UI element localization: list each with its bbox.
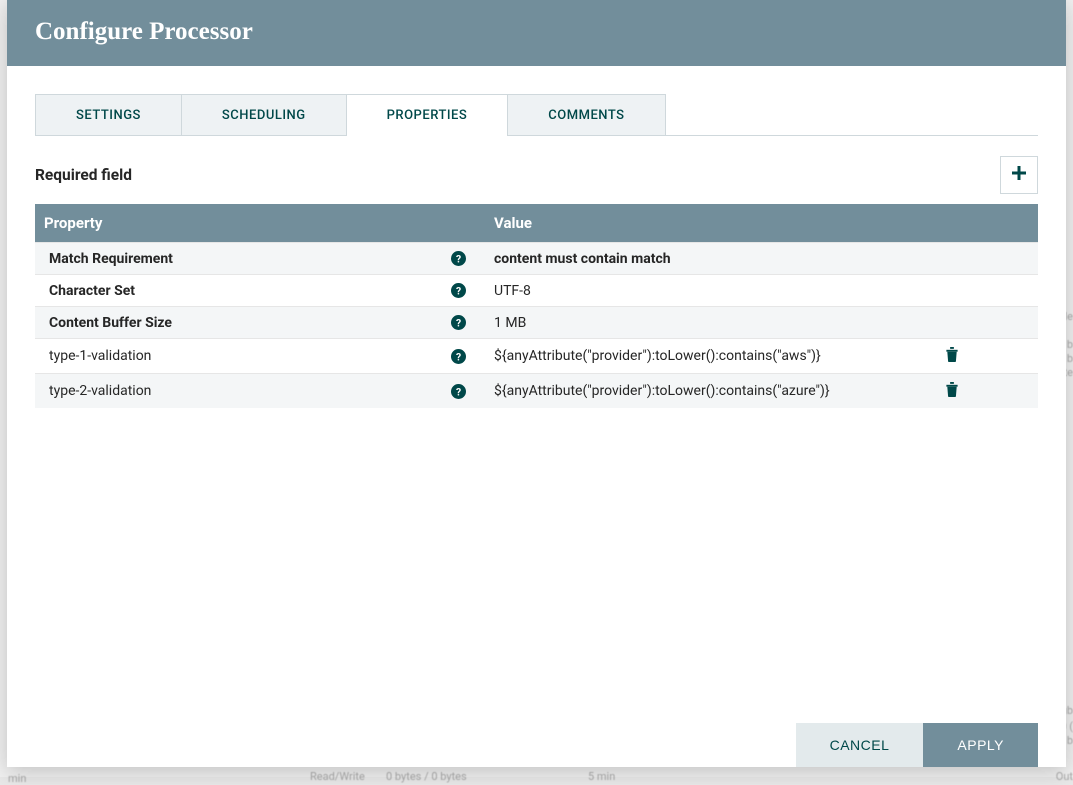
col-header-actions — [925, 204, 1035, 242]
properties-subheader: Required field — [35, 156, 1038, 194]
property-name: type-1-validation — [49, 348, 151, 364]
plus-icon — [1011, 165, 1027, 185]
cancel-button[interactable]: CANCEL — [796, 723, 924, 767]
property-actions-cell — [925, 374, 1035, 408]
property-value-cell[interactable]: ${anyAttribute("provider"):toLower():con… — [480, 341, 925, 372]
property-name: Match Requirement — [49, 251, 173, 267]
property-actions-cell — [925, 339, 1035, 373]
svg-text:?: ? — [456, 385, 461, 398]
apply-button[interactable]: APPLY — [923, 723, 1038, 767]
tab-properties[interactable]: PROPERTIES — [346, 94, 509, 136]
table-row[interactable]: type-1-validation?${anyAttribute("provid… — [35, 338, 1038, 373]
property-name-cell: Character Set? — [35, 275, 480, 306]
tab-settings[interactable]: SETTINGS — [35, 94, 182, 136]
property-value-cell[interactable]: content must contain match — [480, 243, 925, 274]
help-icon[interactable]: ? — [451, 384, 466, 399]
property-name: Character Set — [49, 283, 135, 299]
svg-text:?: ? — [456, 252, 461, 265]
property-name: type-2-validation — [49, 383, 151, 399]
required-field-label: Required field — [35, 166, 132, 184]
svg-text:?: ? — [456, 284, 461, 297]
property-value-cell[interactable]: UTF-8 — [480, 275, 925, 306]
help-icon[interactable]: ? — [451, 251, 466, 266]
svg-text:?: ? — [456, 316, 461, 329]
table-row[interactable]: Character Set?UTF-8 — [35, 274, 1038, 306]
property-name-cell: type-1-validation? — [35, 341, 480, 372]
tab-comments[interactable]: COMMENTS — [507, 94, 665, 136]
property-name: Content Buffer Size — [49, 315, 172, 331]
property-actions-cell — [925, 251, 1035, 266]
properties-panel: Required field Property Value Match Requ… — [35, 135, 1038, 723]
col-header-property: Property — [35, 204, 480, 242]
property-value-cell[interactable]: 1 MB — [480, 307, 925, 338]
trash-icon[interactable] — [945, 382, 959, 397]
table-row[interactable]: Content Buffer Size?1 MB — [35, 306, 1038, 338]
col-header-value: Value — [480, 204, 925, 242]
table-row[interactable]: Match Requirement?content must contain m… — [35, 242, 1038, 274]
dialog-footer: CANCEL APPLY — [7, 723, 1066, 767]
table-row[interactable]: type-2-validation?${anyAttribute("provid… — [35, 373, 1038, 408]
properties-table: Property Value Match Requirement?content… — [35, 204, 1038, 723]
dialog-title: Configure Processor — [35, 18, 1038, 46]
help-icon[interactable]: ? — [451, 349, 466, 364]
dialog-body: SETTINGS SCHEDULING PROPERTIES COMMENTS … — [7, 66, 1066, 723]
table-header-row: Property Value — [35, 204, 1038, 242]
property-value-cell[interactable]: ${anyAttribute("provider"):toLower():con… — [480, 376, 925, 407]
property-name-cell: Match Requirement? — [35, 243, 480, 274]
svg-text:?: ? — [456, 350, 461, 363]
dialog-header: Configure Processor — [7, 0, 1066, 66]
property-actions-cell — [925, 315, 1035, 330]
add-property-button[interactable] — [1000, 156, 1038, 194]
property-name-cell: Content Buffer Size? — [35, 307, 480, 338]
configure-processor-dialog: Configure Processor SETTINGS SCHEDULING … — [7, 0, 1066, 767]
tab-scheduling[interactable]: SCHEDULING — [181, 94, 347, 136]
property-actions-cell — [925, 283, 1035, 298]
trash-icon[interactable] — [945, 347, 959, 362]
help-icon[interactable]: ? — [451, 283, 466, 298]
property-name-cell: type-2-validation? — [35, 376, 480, 407]
help-icon[interactable]: ? — [451, 315, 466, 330]
tab-bar: SETTINGS SCHEDULING PROPERTIES COMMENTS — [35, 94, 1038, 136]
